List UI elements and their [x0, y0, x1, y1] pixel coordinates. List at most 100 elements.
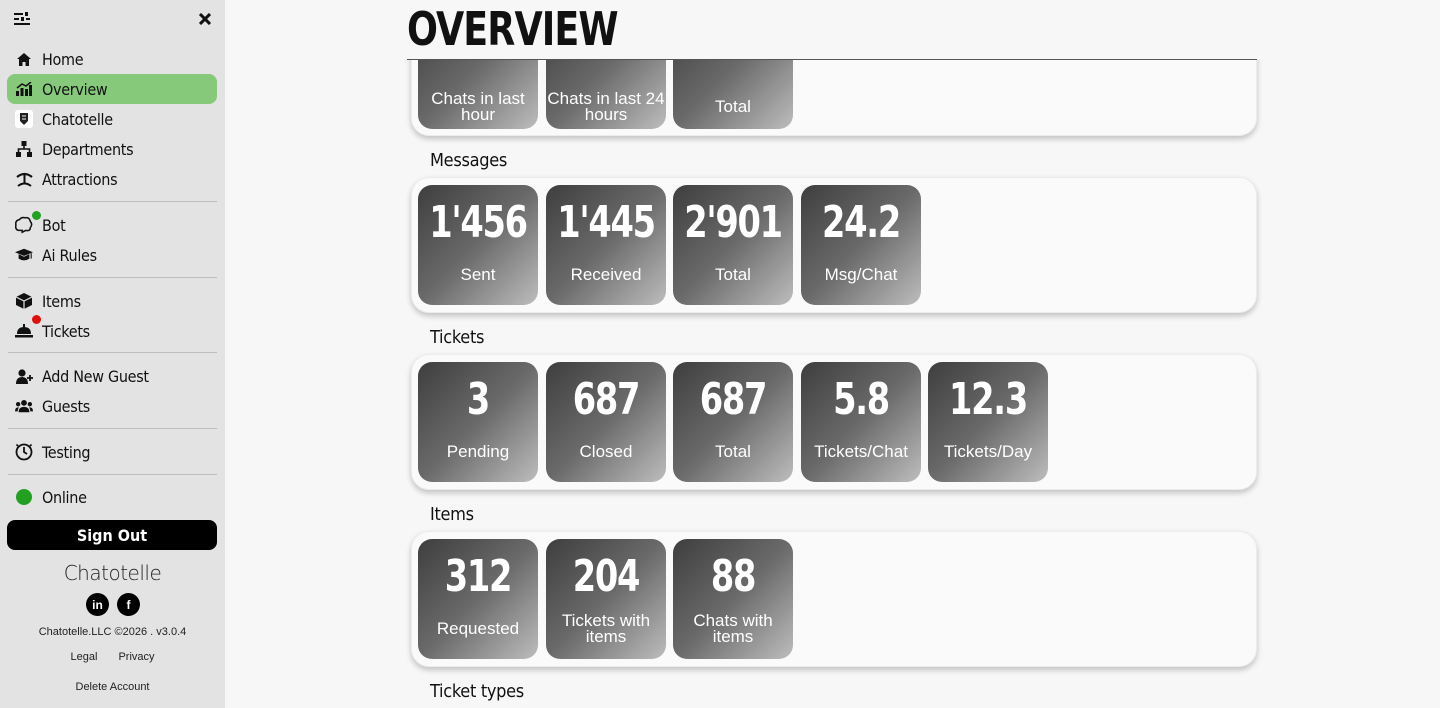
linkedin-icon[interactable]: in: [86, 593, 109, 616]
close-icon[interactable]: [198, 12, 212, 30]
stat-caption: Pending: [446, 442, 510, 461]
facebook-icon[interactable]: f: [117, 593, 140, 616]
stat-value: 1'445: [557, 197, 656, 248]
sidebar-item-home[interactable]: Home: [7, 44, 217, 74]
stat-value: 5.8: [833, 374, 890, 425]
stat-tile: 687 Total: [673, 362, 793, 482]
stat-tile: 5.8 Tickets/Chat: [801, 362, 921, 482]
stat-value: 1'456: [429, 197, 528, 248]
hierarchy-icon: [15, 140, 33, 158]
sidebar-item-label: Chatotelle: [42, 109, 113, 129]
stat-tile: 2'901 Total: [673, 185, 793, 305]
page-header: OVERVIEW: [225, 0, 1440, 60]
sidebar-item-ai-rules[interactable]: Ai Rules: [7, 240, 217, 270]
divider: [8, 428, 217, 429]
stat-value: 204: [572, 551, 641, 602]
graduation-cap-icon: [15, 246, 33, 264]
hotel-icon: [15, 110, 33, 128]
divider: [8, 352, 217, 353]
tickets-alert-dot: [32, 315, 41, 324]
sidebar: Home Overview Chatotelle Departments Att…: [0, 0, 225, 708]
sidebar-item-label: Departments: [42, 139, 134, 159]
stat-caption: Chats with items: [693, 611, 773, 646]
stat-value: 687: [572, 374, 641, 425]
sidebar-top: [14, 10, 212, 34]
stat-value: 88: [710, 551, 757, 602]
sidebar-item-chatotelle[interactable]: Chatotelle: [7, 104, 217, 134]
stat-caption: Sent: [460, 265, 496, 284]
sign-out-button[interactable]: Sign Out: [7, 520, 217, 550]
attractions-icon: [15, 170, 33, 188]
sidebar-item-online[interactable]: Online: [7, 482, 217, 512]
stat-value: 2'901: [684, 197, 783, 248]
divider: [8, 277, 217, 278]
stat-tile: 24.2 Msg/Chat: [801, 185, 921, 305]
sidebar-item-label: Online: [42, 487, 87, 507]
home-icon: [15, 50, 33, 68]
stat-value: 687: [699, 374, 768, 425]
stat-caption: Closed: [579, 442, 633, 461]
stat-caption: Requested: [436, 619, 520, 638]
divider: [8, 201, 217, 202]
stat-caption: Received: [570, 265, 642, 284]
sidebar-item-label: Guests: [42, 396, 90, 416]
sidebar-item-bot[interactable]: Bot: [7, 210, 217, 240]
sidebar-item-label: Overview: [42, 79, 108, 99]
stat-caption: Total: [715, 265, 751, 284]
add-user-icon: [15, 367, 33, 385]
stat-tile: 312 Requested: [418, 539, 538, 659]
stat-tile: 88 Chats with items: [673, 539, 793, 659]
stat-tile: 204 Tickets with items: [546, 539, 666, 659]
sidebar-item-label: Bot: [42, 215, 66, 235]
sidebar-item-label: Ai Rules: [42, 245, 97, 265]
menu-icon[interactable]: [14, 12, 30, 31]
section-title-items: Items: [430, 504, 474, 525]
sidebar-item-label: Add New Guest: [42, 366, 149, 386]
divider: [8, 474, 217, 475]
box-icon: [15, 292, 33, 310]
stat-tile: 1'456 Sent: [418, 185, 538, 305]
stat-value: 3: [466, 374, 490, 425]
sidebar-item-guests[interactable]: Guests: [7, 391, 217, 421]
stat-caption: Tickets with items: [561, 611, 651, 646]
users-icon: [15, 397, 33, 415]
section-title-messages: Messages: [430, 150, 508, 171]
sidebar-item-departments[interactable]: Departments: [7, 134, 217, 164]
delete-account-link[interactable]: Delete Account: [0, 681, 225, 693]
sidebar-item-attractions[interactable]: Attractions: [7, 164, 217, 194]
legal-link[interactable]: Legal: [70, 651, 97, 663]
sidebar-item-label: Tickets: [42, 321, 90, 341]
tickets-card: 3 Pending 687 Closed 687 Total 5.8 Ticke…: [411, 354, 1257, 490]
stat-value: 24.2: [822, 197, 901, 248]
brain-icon: [15, 211, 41, 234]
status-dot: [15, 488, 33, 506]
bell-icon: [15, 315, 41, 340]
items-card: 312 Requested 204 Tickets with items 88 …: [411, 531, 1257, 667]
sidebar-item-label: Attractions: [42, 169, 118, 189]
sidebar-item-add-new-guest[interactable]: Add New Guest: [7, 361, 217, 391]
stat-caption: Chats in last 24 hours: [547, 89, 665, 124]
chart-icon: [15, 80, 33, 98]
stat-tile: 1'445 Received: [546, 185, 666, 305]
stat-caption: Tickets/Day: [943, 442, 1033, 461]
stat-value: 12.3: [949, 374, 1028, 425]
bot-status-dot: [32, 211, 41, 220]
sidebar-item-label: Testing: [42, 442, 91, 462]
sidebar-item-label: Home: [42, 49, 84, 69]
sidebar-item-items[interactable]: Items: [7, 286, 217, 316]
footer-links: Legal Privacy: [0, 651, 225, 663]
sidebar-item-testing[interactable]: Testing: [7, 437, 217, 467]
stat-caption: Total: [715, 442, 751, 461]
messages-card: 1'456 Sent 1'445 Received 2'901 Total 24…: [411, 177, 1257, 313]
stat-tile: 12.3 Tickets/Day: [928, 362, 1048, 482]
stat-caption: Msg/Chat: [824, 265, 898, 284]
brand-name: Chatotelle: [63, 561, 162, 585]
privacy-link[interactable]: Privacy: [118, 651, 154, 663]
sidebar-item-overview[interactable]: Overview: [7, 74, 217, 104]
sidebar-item-label: Items: [42, 291, 81, 311]
stat-caption: Tickets/Chat: [814, 442, 908, 461]
copyright: Chatotelle.LLC ©2026 . v3.0.4: [38, 626, 187, 638]
sidebar-item-tickets[interactable]: Tickets: [7, 315, 217, 346]
main-content: 4 Chats in last hour 38 Chats in last 24…: [225, 0, 1440, 708]
section-title-ticket-types: Ticket types: [430, 681, 524, 702]
